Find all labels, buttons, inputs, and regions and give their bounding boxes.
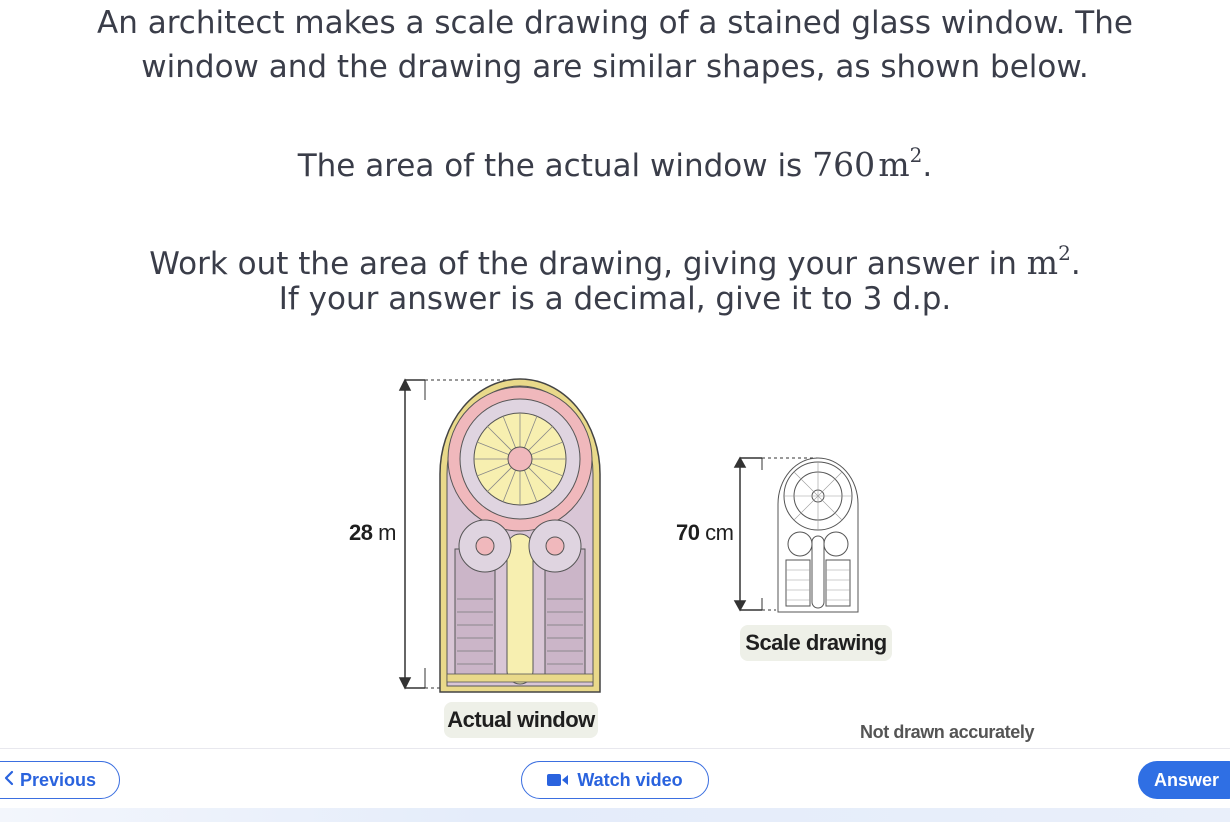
answer-label: Answer	[1154, 769, 1220, 790]
answer-button[interactable]: Answer	[1138, 761, 1230, 799]
watch-video-button[interactable]: Watch video	[521, 761, 709, 799]
area-value: 760	[812, 145, 876, 184]
actual-window-figure	[398, 378, 601, 693]
previous-button[interactable]: Previous	[0, 761, 120, 799]
area-unit: m	[878, 145, 910, 184]
actual-height-unit: m	[378, 520, 396, 545]
actual-window-caption: Actual window	[444, 702, 598, 738]
watch-video-label: Watch video	[577, 769, 683, 790]
scale-height-label: 70 cm	[676, 520, 734, 546]
question-line-2: window and the drawing are similar shape…	[141, 49, 1089, 85]
area-statement: The area of the actual window is 760 m2.	[0, 134, 1230, 187]
area-prefix: The area of the actual window is	[297, 148, 803, 184]
area-exponent: 2	[909, 143, 923, 167]
decimal-note: If your answer is a decimal, give it to …	[278, 281, 952, 317]
scale-drawing-figure	[733, 456, 859, 613]
area-math: 760 m2	[812, 143, 923, 184]
work-suffix: .	[1070, 246, 1081, 282]
actual-height-label: 28 m	[349, 520, 396, 546]
stained-glass-window	[439, 378, 601, 693]
video-camera-icon	[547, 773, 569, 787]
scale-drawing-caption: Scale drawing	[740, 625, 892, 661]
work-exponent: 2	[1058, 241, 1071, 265]
question-line-1: An architect makes a scale drawing of a …	[97, 5, 1133, 41]
chevron-left-icon	[4, 770, 14, 791]
accuracy-note: Not drawn accurately	[860, 722, 1035, 742]
actual-height-value: 28	[349, 520, 373, 545]
previous-label: Previous	[19, 769, 97, 790]
work-prefix: Work out the area of the drawing, giving…	[149, 246, 1017, 282]
scale-height-value: 70	[676, 520, 700, 545]
scale-height-unit: cm	[705, 520, 734, 545]
work-math: m2	[1026, 241, 1071, 282]
work-unit: m	[1026, 243, 1059, 282]
area-suffix: .	[922, 148, 933, 184]
bottom-strip	[0, 808, 1230, 822]
